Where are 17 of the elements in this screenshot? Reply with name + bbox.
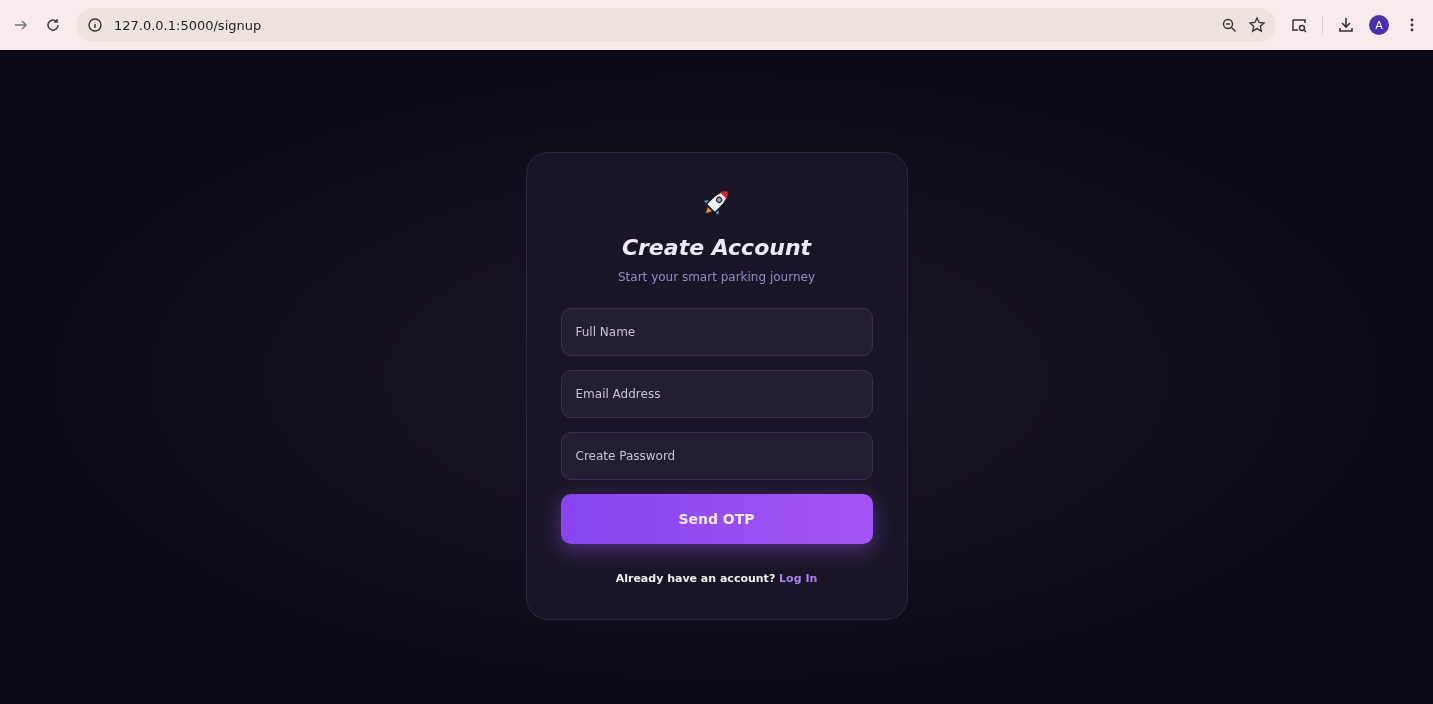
reload-icon[interactable] [44,16,62,34]
send-otp-button[interactable]: Send OTP [560,494,873,544]
star-icon[interactable] [1248,16,1266,34]
subtitle: Start your smart parking journey [618,270,815,284]
url-text: 127.0.0.1:5000/signup [114,17,262,33]
name-field[interactable]: Full Name [560,308,873,356]
zoom-icon[interactable] [1220,16,1238,34]
password-field[interactable]: Create Password [560,432,873,480]
address-bar[interactable]: 127.0.0.1:5000/signup [76,8,1276,42]
tab-search-icon[interactable] [1290,16,1308,34]
page-title: Create Account [621,235,812,260]
profile-avatar[interactable]: A [1369,15,1389,35]
info-icon[interactable] [86,16,104,34]
login-prompt: Already have an account? Log In [615,572,818,585]
login-link[interactable]: Log In [779,572,818,585]
download-icon[interactable] [1337,16,1355,34]
email-field[interactable]: Email Address [560,370,873,418]
